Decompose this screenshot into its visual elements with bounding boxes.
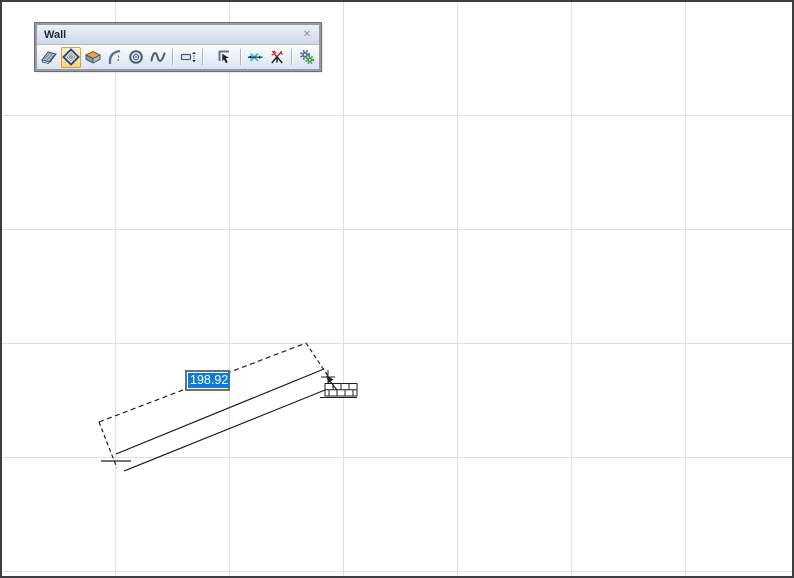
wall-settings-button[interactable] [296,47,317,68]
toolbar-separator [239,49,241,65]
spline-wall-button[interactable] [148,47,169,68]
polygon-wall-button[interactable] [60,46,82,68]
wall-join-button[interactable] [245,47,266,68]
wall-break-icon [271,50,283,64]
wall-width-button[interactable] [177,47,198,68]
close-icon[interactable]: ✕ [300,28,314,42]
straight-wall-icon [41,51,58,65]
wall-toolbar-buttons [37,45,319,69]
straight-wall-button[interactable] [39,47,60,68]
toolbar-separator [291,49,293,65]
corner-wall-icon [84,51,101,64]
toolbar-title: Wall [44,28,67,41]
wall-width-icon [180,51,196,63]
pick-wall-icon [218,50,230,64]
length-tracker-value: 198.92 [188,373,231,388]
toolbar-separator [202,49,204,65]
wall-dashed-right-end [305,342,329,377]
wall-settings-icon [299,49,314,65]
wall-toolbar-titlebar[interactable]: Wall ✕ [37,25,319,45]
circular-wall-button[interactable] [126,47,147,68]
drawing-area[interactable]: Wall ✕ 198.92 [0,0,794,578]
toolbar-separator [172,49,174,65]
wall-break-button[interactable] [266,47,287,68]
length-tracker-input[interactable]: 198.92 [185,370,231,391]
polygon-wall-icon [62,48,81,66]
curved-wall-button[interactable] [104,47,125,68]
wall-toolbar: Wall ✕ [35,23,321,71]
corner-wall-button[interactable] [82,47,103,68]
curved-wall-icon [108,50,120,65]
circular-wall-icon [129,50,144,64]
pick-wall-button[interactable] [215,47,236,68]
wall-cursor-brick-icon [320,383,358,398]
spline-wall-icon [150,52,166,62]
wall-join-icon [247,52,263,62]
wall-preview [98,342,358,472]
